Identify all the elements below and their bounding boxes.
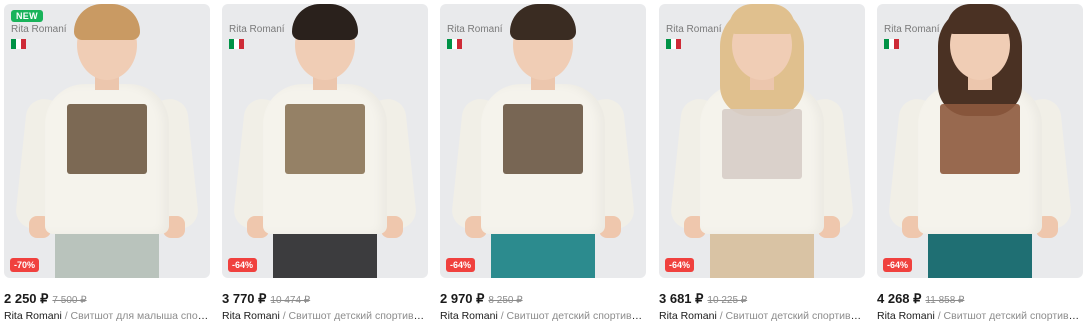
brand-name[interactable]: Rita Romani bbox=[877, 310, 935, 322]
current-price: 3 770 ₽ bbox=[222, 291, 267, 306]
brand-logo-text: Rita Romaní bbox=[447, 24, 503, 35]
discount-badge: -64% bbox=[228, 258, 258, 272]
new-badge: NEW bbox=[11, 10, 43, 22]
product-title[interactable]: Свитшот детский спортивный bbox=[289, 310, 428, 322]
brand-name[interactable]: Rita Romani bbox=[659, 310, 717, 322]
discount-badge: -64% bbox=[883, 258, 913, 272]
discount-badge: -70% bbox=[10, 258, 40, 272]
product-photo[interactable]: Rita Romaní -64% bbox=[222, 4, 428, 278]
current-price: 2 250 ₽ bbox=[4, 291, 49, 306]
separator: / bbox=[937, 310, 941, 322]
product-card[interactable]: NEW Rita Romaní -70% 2 250 ₽7 500 ₽ Rita Rom… bbox=[4, 4, 210, 326]
product-row: NEW Rita Romaní -70% 2 250 ₽7 500 ₽ Rita Rom… bbox=[0, 0, 1087, 329]
product-photo[interactable]: Rita Romaní -64% bbox=[659, 4, 865, 278]
current-price: 3 681 ₽ bbox=[659, 291, 704, 306]
product-card[interactable]: Rita Romaní -64% 2 970 ₽8 250 ₽ Rita Romani… bbox=[440, 4, 646, 326]
old-price: 8 250 ₽ bbox=[488, 295, 523, 306]
product-meta[interactable]: Rita Romani / Свитшот для малыша спортив… bbox=[4, 310, 210, 322]
product-title[interactable]: Свитшот детский спортивный bbox=[726, 310, 865, 322]
model-figure bbox=[659, 4, 865, 278]
separator: / bbox=[282, 310, 286, 322]
product-title[interactable]: Свитшот детский спортивный bbox=[507, 310, 646, 322]
price-line: 3 770 ₽10 474 ₽ bbox=[222, 290, 428, 306]
brand-logo-text: Rita Romaní bbox=[666, 24, 722, 35]
product-meta[interactable]: Rita Romani / Свитшот детский спортивный bbox=[659, 310, 865, 322]
italy-flag-icon bbox=[884, 39, 899, 49]
product-photo[interactable]: NEW Rita Romaní -70% bbox=[4, 4, 210, 278]
price-line: 2 250 ₽7 500 ₽ bbox=[4, 290, 210, 306]
price-line: 4 268 ₽11 858 ₽ bbox=[877, 290, 1083, 306]
price-line: 3 681 ₽10 225 ₽ bbox=[659, 290, 865, 306]
old-price: 11 858 ₽ bbox=[925, 295, 965, 306]
product-meta[interactable]: Rita Romani / Свитшот детский спортивный bbox=[440, 310, 646, 322]
discount-badge: -64% bbox=[446, 258, 476, 272]
product-card[interactable]: Rita Romaní -64% 3 681 ₽10 225 ₽ Rita Roman… bbox=[659, 4, 865, 326]
separator: / bbox=[719, 310, 723, 322]
model-figure bbox=[4, 4, 210, 278]
current-price: 4 268 ₽ bbox=[877, 291, 922, 306]
model-figure bbox=[222, 4, 428, 278]
product-meta[interactable]: Rita Romani / Свитшот детский спортивный bbox=[222, 310, 428, 322]
brand-name[interactable]: Rita Romani bbox=[440, 310, 498, 322]
old-price: 10 474 ₽ bbox=[270, 295, 311, 306]
separator: / bbox=[500, 310, 504, 322]
brand-logo-text: Rita Romaní bbox=[229, 24, 285, 35]
italy-flag-icon bbox=[11, 39, 26, 49]
brand-logo-text: Rita Romaní bbox=[11, 24, 67, 35]
product-card[interactable]: Rita Romaní -64% 4 268 ₽11 858 ₽ Rita Roman… bbox=[877, 4, 1083, 326]
product-card[interactable]: Rita Romaní -64% 3 770 ₽10 474 ₽ Rita Roman… bbox=[222, 4, 428, 326]
brand-logo-text: Rita Romaní bbox=[884, 24, 940, 35]
model-figure bbox=[877, 4, 1083, 278]
product-photo[interactable]: Rita Romaní -64% bbox=[877, 4, 1083, 278]
price-line: 2 970 ₽8 250 ₽ bbox=[440, 290, 646, 306]
brand-name[interactable]: Rita Romani bbox=[4, 310, 62, 322]
old-price: 10 225 ₽ bbox=[707, 295, 748, 306]
italy-flag-icon bbox=[229, 39, 244, 49]
model-figure bbox=[440, 4, 646, 278]
product-title[interactable]: Свитшот для малыша спортивный bbox=[71, 310, 210, 322]
discount-badge: -64% bbox=[665, 258, 695, 272]
italy-flag-icon bbox=[666, 39, 681, 49]
brand-name[interactable]: Rita Romani bbox=[222, 310, 280, 322]
separator: / bbox=[64, 310, 68, 322]
current-price: 2 970 ₽ bbox=[440, 291, 485, 306]
italy-flag-icon bbox=[447, 39, 462, 49]
product-photo[interactable]: Rita Romaní -64% bbox=[440, 4, 646, 278]
product-title[interactable]: Свитшот детский спортивный bbox=[944, 310, 1083, 322]
product-meta[interactable]: Rita Romani / Свитшот детский спортивный bbox=[877, 310, 1083, 322]
old-price: 7 500 ₽ bbox=[52, 295, 87, 306]
